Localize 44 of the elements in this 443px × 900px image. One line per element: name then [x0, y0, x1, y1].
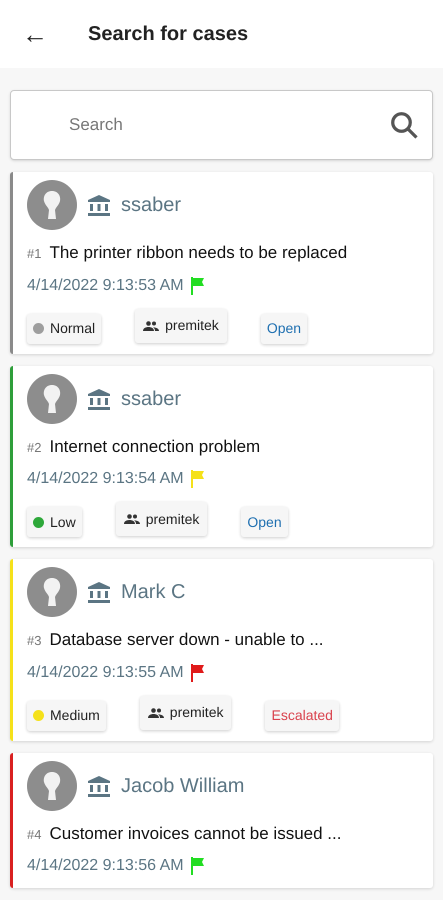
status-chip: Open [260, 314, 308, 344]
case-card[interactable]: Jacob William #4 Customer invoices cannot be issued ... 4/14/2022 9:13:56 AM [10, 752, 433, 888]
back-button[interactable]: ← [22, 21, 48, 47]
page-title: Search for cases [88, 22, 248, 47]
customer-name: ssaber [121, 386, 182, 412]
case-title: Customer invoices cannot be issued ... [49, 822, 342, 844]
case-title: The printer ribbon needs to be replaced [49, 242, 348, 264]
case-date: 4/14/2022 9:13:55 AM [27, 662, 184, 682]
case-card[interactable]: Mark C #3 Database server down - unable to ... 4/14/2022 9:13:55 AM Medium premitek Escalated [10, 559, 433, 740]
case-date: 4/14/2022 9:13:54 AM [27, 469, 184, 489]
people-icon [148, 708, 164, 718]
avatar-icon [27, 567, 77, 617]
case-date: 4/14/2022 9:13:56 AM [27, 856, 184, 876]
people-icon [124, 514, 140, 524]
people-icon [143, 320, 160, 330]
search-icon[interactable] [389, 110, 419, 140]
case-number: #3 [27, 632, 42, 650]
bank-icon [87, 194, 111, 216]
team-label: premitek [146, 510, 200, 529]
status-chip: Open [241, 507, 288, 537]
customer-name: Mark C [121, 580, 186, 605]
case-card[interactable]: ssaber #2 Internet connection problem 4/14/2022 9:13:54 AM Low premitek Open [10, 366, 433, 547]
case-number: #1 [27, 245, 42, 263]
status-chip: Escalated [265, 700, 339, 730]
priority-label: Normal [50, 319, 96, 338]
case-date: 4/14/2022 9:13:53 AM [27, 276, 184, 296]
case-title: Internet connection problem [49, 436, 260, 458]
case-card[interactable]: ssaber #1 The printer ribbon needs to be replaced 4/14/2022 9:13:53 AM Normal premitek Open [10, 172, 433, 354]
bank-icon [87, 774, 111, 796]
team-label: premitek [165, 316, 219, 335]
case-title: Database server down - unable to ... [49, 629, 324, 651]
team-label: premitek [170, 703, 224, 722]
avatar-icon [27, 180, 77, 230]
case-number: #4 [27, 826, 42, 844]
avatar-icon [27, 760, 77, 810]
case-number: #2 [27, 438, 42, 456]
priority-label: Low [50, 512, 76, 532]
priority-label: Medium [50, 706, 100, 725]
bank-icon [87, 581, 111, 603]
search-field[interactable]: Search [10, 90, 433, 160]
bank-icon [87, 388, 111, 410]
customer-name: ssaber [121, 193, 182, 218]
customer-name: Jacob William [121, 774, 244, 798]
avatar-icon [27, 374, 77, 424]
